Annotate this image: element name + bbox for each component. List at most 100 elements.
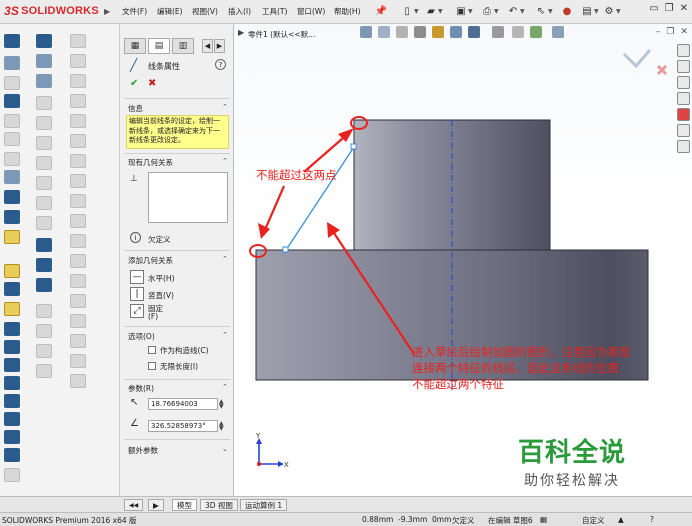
extra-parameters-heading[interactable]: 额外参数 bbox=[128, 445, 158, 456]
thicken-icon[interactable] bbox=[70, 374, 86, 388]
curves-feature-icon[interactable] bbox=[36, 216, 52, 230]
arc-icon[interactable] bbox=[4, 376, 20, 390]
tab-feature-manager[interactable]: ▦ bbox=[124, 38, 146, 54]
vertical-relation-label[interactable]: 竖直(V) bbox=[148, 290, 174, 301]
vertical-relation-icon[interactable]: | bbox=[130, 287, 144, 301]
fillet-feature-icon[interactable] bbox=[36, 34, 52, 48]
instant3d-icon[interactable] bbox=[4, 210, 20, 224]
angle-field[interactable]: 326.52858973° bbox=[148, 420, 218, 432]
horizontal-relation-label[interactable]: 水平(H) bbox=[148, 273, 175, 284]
move-copy-body-icon[interactable] bbox=[70, 314, 86, 328]
file-properties-icon[interactable]: ▤ bbox=[580, 4, 594, 18]
scale-icon[interactable] bbox=[70, 194, 86, 208]
mirror-icon[interactable] bbox=[36, 176, 52, 190]
more-tools-icon[interactable] bbox=[4, 468, 20, 482]
logo-expand-icon[interactable]: ▶ bbox=[104, 7, 110, 16]
quick-snaps-icon[interactable] bbox=[36, 364, 52, 378]
info-heading[interactable]: 信息 bbox=[128, 103, 143, 114]
boundary-icon[interactable] bbox=[4, 152, 20, 166]
expand-icon[interactable]: ⌄ bbox=[222, 445, 228, 453]
solidworks-resources-icon[interactable] bbox=[677, 44, 690, 57]
dome-icon[interactable] bbox=[70, 154, 86, 168]
scroll-left-icon[interactable]: ◀ bbox=[202, 39, 213, 53]
solidworks-logo[interactable]: 3S SOLIDWORKS bbox=[4, 3, 99, 19]
linear-pattern-icon[interactable] bbox=[36, 54, 52, 68]
active-sketch-tool-icon[interactable] bbox=[4, 230, 20, 244]
menu-tools[interactable]: 工具(T) bbox=[262, 6, 287, 17]
cancel-button[interactable]: ✖ bbox=[148, 78, 156, 89]
options-heading[interactable]: 选项(O) bbox=[128, 331, 155, 342]
reference-geometry-icon[interactable] bbox=[36, 196, 52, 210]
existing-relations-list[interactable] bbox=[148, 172, 228, 223]
help-tooltip-icon[interactable]: ? bbox=[650, 515, 654, 524]
wrap-icon[interactable] bbox=[36, 136, 52, 150]
chevron-down-icon[interactable]: ▼ bbox=[520, 8, 525, 15]
appearances-icon[interactable] bbox=[677, 108, 690, 121]
shell-icon[interactable] bbox=[36, 116, 52, 130]
chevron-down-icon[interactable]: ▼ bbox=[438, 8, 443, 15]
ok-button[interactable]: ✔ bbox=[130, 78, 138, 89]
flex-icon[interactable] bbox=[70, 174, 86, 188]
save-icon[interactable]: ▣ bbox=[454, 4, 468, 18]
infinite-length-label[interactable]: 无限长度(I) bbox=[160, 361, 198, 372]
collapse-icon[interactable]: ⌃ bbox=[222, 383, 228, 391]
menu-insert[interactable]: 插入(I) bbox=[228, 6, 251, 17]
tab-scroll-left[interactable]: ◀◀ bbox=[124, 499, 144, 511]
infinite-length-checkbox[interactable] bbox=[148, 362, 156, 370]
chevron-down-icon[interactable]: ▼ bbox=[468, 8, 473, 15]
parameters-heading[interactable]: 参数(R) bbox=[128, 383, 154, 394]
point-icon[interactable] bbox=[4, 448, 20, 462]
split-line-icon[interactable] bbox=[70, 214, 86, 228]
view-palette-icon[interactable] bbox=[677, 92, 690, 105]
slot-icon[interactable] bbox=[4, 340, 20, 354]
rib-icon[interactable] bbox=[36, 74, 52, 88]
construction-label[interactable]: 作为构造线(C) bbox=[160, 345, 209, 356]
undo-icon[interactable]: ↶ bbox=[506, 4, 520, 18]
unit-dropdown-icon[interactable]: ▲ bbox=[618, 515, 624, 524]
unit-system[interactable]: 自定义 bbox=[582, 515, 605, 526]
scroll-right-icon[interactable]: ▶ bbox=[214, 39, 225, 53]
cut-revolve-icon[interactable] bbox=[70, 74, 86, 88]
tab-scroll-right[interactable]: ▶ bbox=[148, 499, 164, 511]
forum-icon[interactable] bbox=[677, 140, 690, 153]
file-explorer-icon[interactable] bbox=[677, 76, 690, 89]
repair-sketch-icon[interactable] bbox=[36, 344, 52, 358]
extrude-icon[interactable] bbox=[4, 76, 20, 90]
collapse-icon[interactable]: ⌃ bbox=[222, 255, 228, 263]
smart-dimension-icon[interactable] bbox=[4, 56, 20, 70]
custom-properties-icon[interactable] bbox=[677, 124, 690, 137]
sketch-icon[interactable] bbox=[4, 34, 20, 48]
tab-motion-study[interactable]: 运动算例 1 bbox=[240, 499, 288, 511]
length-field[interactable]: 18.76694003 bbox=[148, 398, 218, 410]
existing-relations-heading[interactable]: 现有几何关系 bbox=[128, 157, 173, 168]
open-folder-icon[interactable]: ▰ bbox=[424, 4, 438, 18]
boundary-cut-icon[interactable] bbox=[70, 134, 86, 148]
minimize-icon[interactable]: ▭ bbox=[649, 3, 658, 14]
indent-icon[interactable] bbox=[70, 274, 86, 288]
menu-edit[interactable]: 编辑(E) bbox=[157, 6, 183, 17]
print-icon[interactable]: ⎙ bbox=[480, 4, 494, 18]
draft-icon[interactable] bbox=[36, 96, 52, 110]
restore-icon[interactable]: ❐ bbox=[665, 3, 674, 14]
chevron-down-icon[interactable]: ▼ bbox=[616, 8, 621, 15]
close-icon[interactable]: ✕ bbox=[680, 3, 688, 14]
chevron-down-icon[interactable]: ▼ bbox=[548, 8, 553, 15]
traffic-light-icon[interactable]: ● bbox=[560, 4, 574, 18]
curves-icon[interactable] bbox=[4, 190, 20, 204]
menu-view[interactable]: 视图(V) bbox=[192, 6, 218, 17]
centerline-icon[interactable] bbox=[4, 302, 20, 316]
menu-help[interactable]: 帮助(H) bbox=[334, 6, 361, 17]
wizard-icon[interactable] bbox=[4, 170, 20, 184]
menu-window[interactable]: 窗口(W) bbox=[297, 6, 325, 17]
sketch-endpoint[interactable] bbox=[282, 246, 289, 253]
loft-icon[interactable] bbox=[4, 132, 20, 146]
freeform-icon[interactable] bbox=[70, 294, 86, 308]
collapse-icon[interactable]: ⌃ bbox=[222, 157, 228, 165]
chevron-down-icon[interactable]: ▼ bbox=[494, 8, 499, 15]
new-document-icon[interactable]: ▯ bbox=[400, 4, 414, 18]
ellipse-icon[interactable] bbox=[4, 412, 20, 426]
chevron-down-icon[interactable]: ▼ bbox=[594, 8, 599, 15]
angle-spinner-icon[interactable]: ▲ ▼ bbox=[219, 421, 224, 432]
design-library-icon[interactable] bbox=[677, 60, 690, 73]
display-relations-icon[interactable] bbox=[36, 324, 52, 338]
